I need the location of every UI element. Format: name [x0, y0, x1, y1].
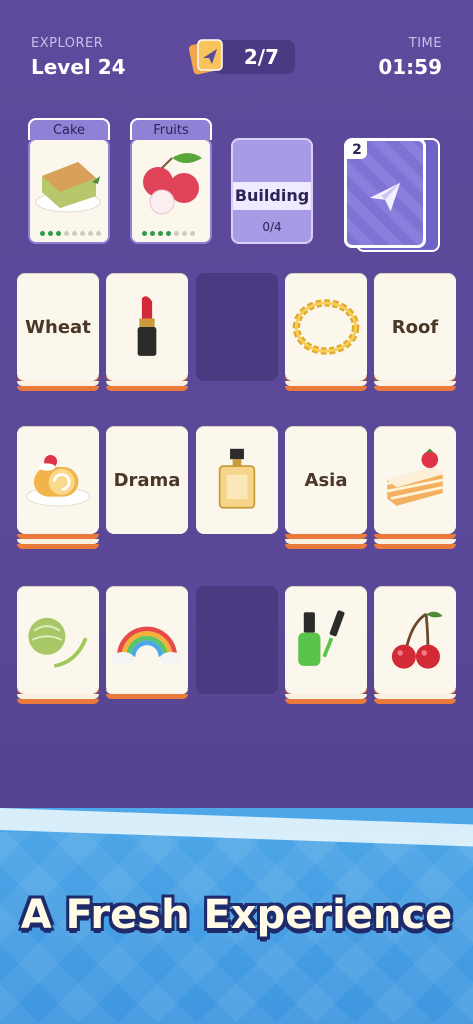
nail-polish-icon: [298, 610, 345, 666]
slot-building: Building 0/4: [231, 138, 313, 244]
slot-fruits-label: Fruits: [130, 118, 212, 140]
card-wheat[interactable]: Wheat: [17, 273, 99, 397]
card-strawberry-cake[interactable]: [374, 426, 456, 552]
cake-slice-icon: [35, 162, 101, 213]
card-asia[interactable]: Asia: [285, 426, 367, 552]
deck-count: 2: [347, 141, 367, 159]
slot-fruits-card: [130, 138, 212, 244]
empty-slot: [196, 273, 278, 381]
gold-chain-icon: [292, 299, 360, 355]
cherry-icon: [391, 611, 443, 669]
swiss-roll-icon: [26, 455, 90, 507]
strawberry-cake-icon: [386, 448, 444, 506]
paper-plane-icon: [369, 182, 401, 212]
card-drama-label: Drama: [113, 469, 181, 491]
card-asia-label: Asia: [304, 469, 348, 491]
slot-cake-progress: [40, 231, 101, 236]
card-roof-label: Roof: [391, 316, 439, 338]
card-cherry[interactable]: [374, 586, 456, 710]
card-wheat-label: Wheat: [25, 316, 91, 338]
player-label: EXPLORER: [31, 36, 104, 51]
perfume-icon: [218, 448, 256, 509]
promo-tagline: A Fresh Experience: [20, 892, 453, 938]
card-perfume[interactable]: [196, 426, 278, 534]
level-label: Level 24: [31, 55, 126, 79]
card-melon[interactable]: [17, 586, 99, 710]
slot-cake-label: Cake: [28, 118, 110, 140]
card-gold-chain[interactable]: [285, 273, 367, 397]
slot-cake-card: [28, 138, 110, 244]
slot-fruits-progress: [142, 231, 195, 236]
slot-fruits: Fruits: [130, 118, 212, 246]
card-stack-icon: [188, 39, 223, 75]
slot-building-label: Building: [233, 182, 311, 210]
card-drama[interactable]: Drama: [106, 426, 188, 534]
slot-building-count: 0/4: [262, 220, 282, 234]
lychee-icon: [143, 153, 202, 215]
card-rainbow[interactable]: [106, 586, 188, 700]
time-label: TIME: [408, 36, 442, 51]
rainbow-icon: [111, 626, 183, 665]
card-roof[interactable]: Roof: [374, 273, 456, 397]
empty-slot: [196, 586, 278, 694]
card-lipstick[interactable]: [106, 273, 188, 397]
card-swiss-roll[interactable]: [17, 426, 99, 552]
lipstick-icon: [137, 296, 157, 356]
time-value: 01:59: [378, 55, 442, 79]
card-nail-polish[interactable]: [285, 586, 367, 710]
melon-icon: [28, 617, 88, 668]
progress-value: 2/7: [243, 45, 279, 69]
draw-deck[interactable]: 2: [344, 138, 426, 248]
slot-cake: Cake: [28, 118, 110, 246]
